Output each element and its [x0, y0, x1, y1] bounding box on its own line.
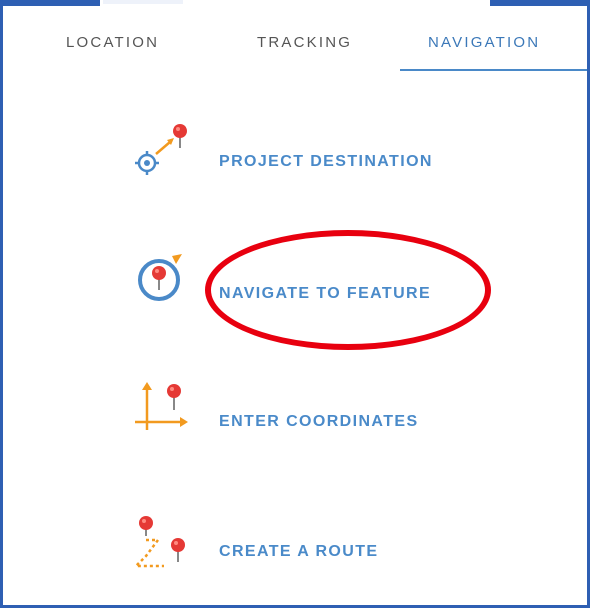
- tab-navigation[interactable]: NAVIGATION: [428, 34, 540, 51]
- tab-tracking[interactable]: TRACKING: [257, 34, 352, 51]
- menu-item-label: NAVIGATE TO FEATURE: [219, 285, 432, 302]
- menu-item-project-destination[interactable]: PROJECT DESTINATION: [0, 122, 590, 202]
- menu-item-create-route[interactable]: CREATE A ROUTE: [0, 512, 590, 592]
- navigate-to-feature-icon: [138, 254, 182, 301]
- enter-coordinates-icon: [135, 382, 188, 430]
- menu-item-enter-coordinates[interactable]: ENTER COORDINATES: [0, 378, 590, 458]
- tab-location[interactable]: LOCATION: [66, 34, 159, 51]
- menu-item-label: ENTER COORDINATES: [219, 413, 419, 430]
- menu-item-navigate-to-feature[interactable]: NAVIGATE TO FEATURE: [0, 248, 590, 328]
- menu-item-label: CREATE A ROUTE: [219, 543, 379, 560]
- project-destination-icon: [135, 124, 187, 175]
- active-tab-indicator: [400, 69, 587, 71]
- menu-item-label: PROJECT DESTINATION: [219, 153, 433, 170]
- create-route-icon: [132, 516, 185, 568]
- window-top-tab: [103, 0, 183, 4]
